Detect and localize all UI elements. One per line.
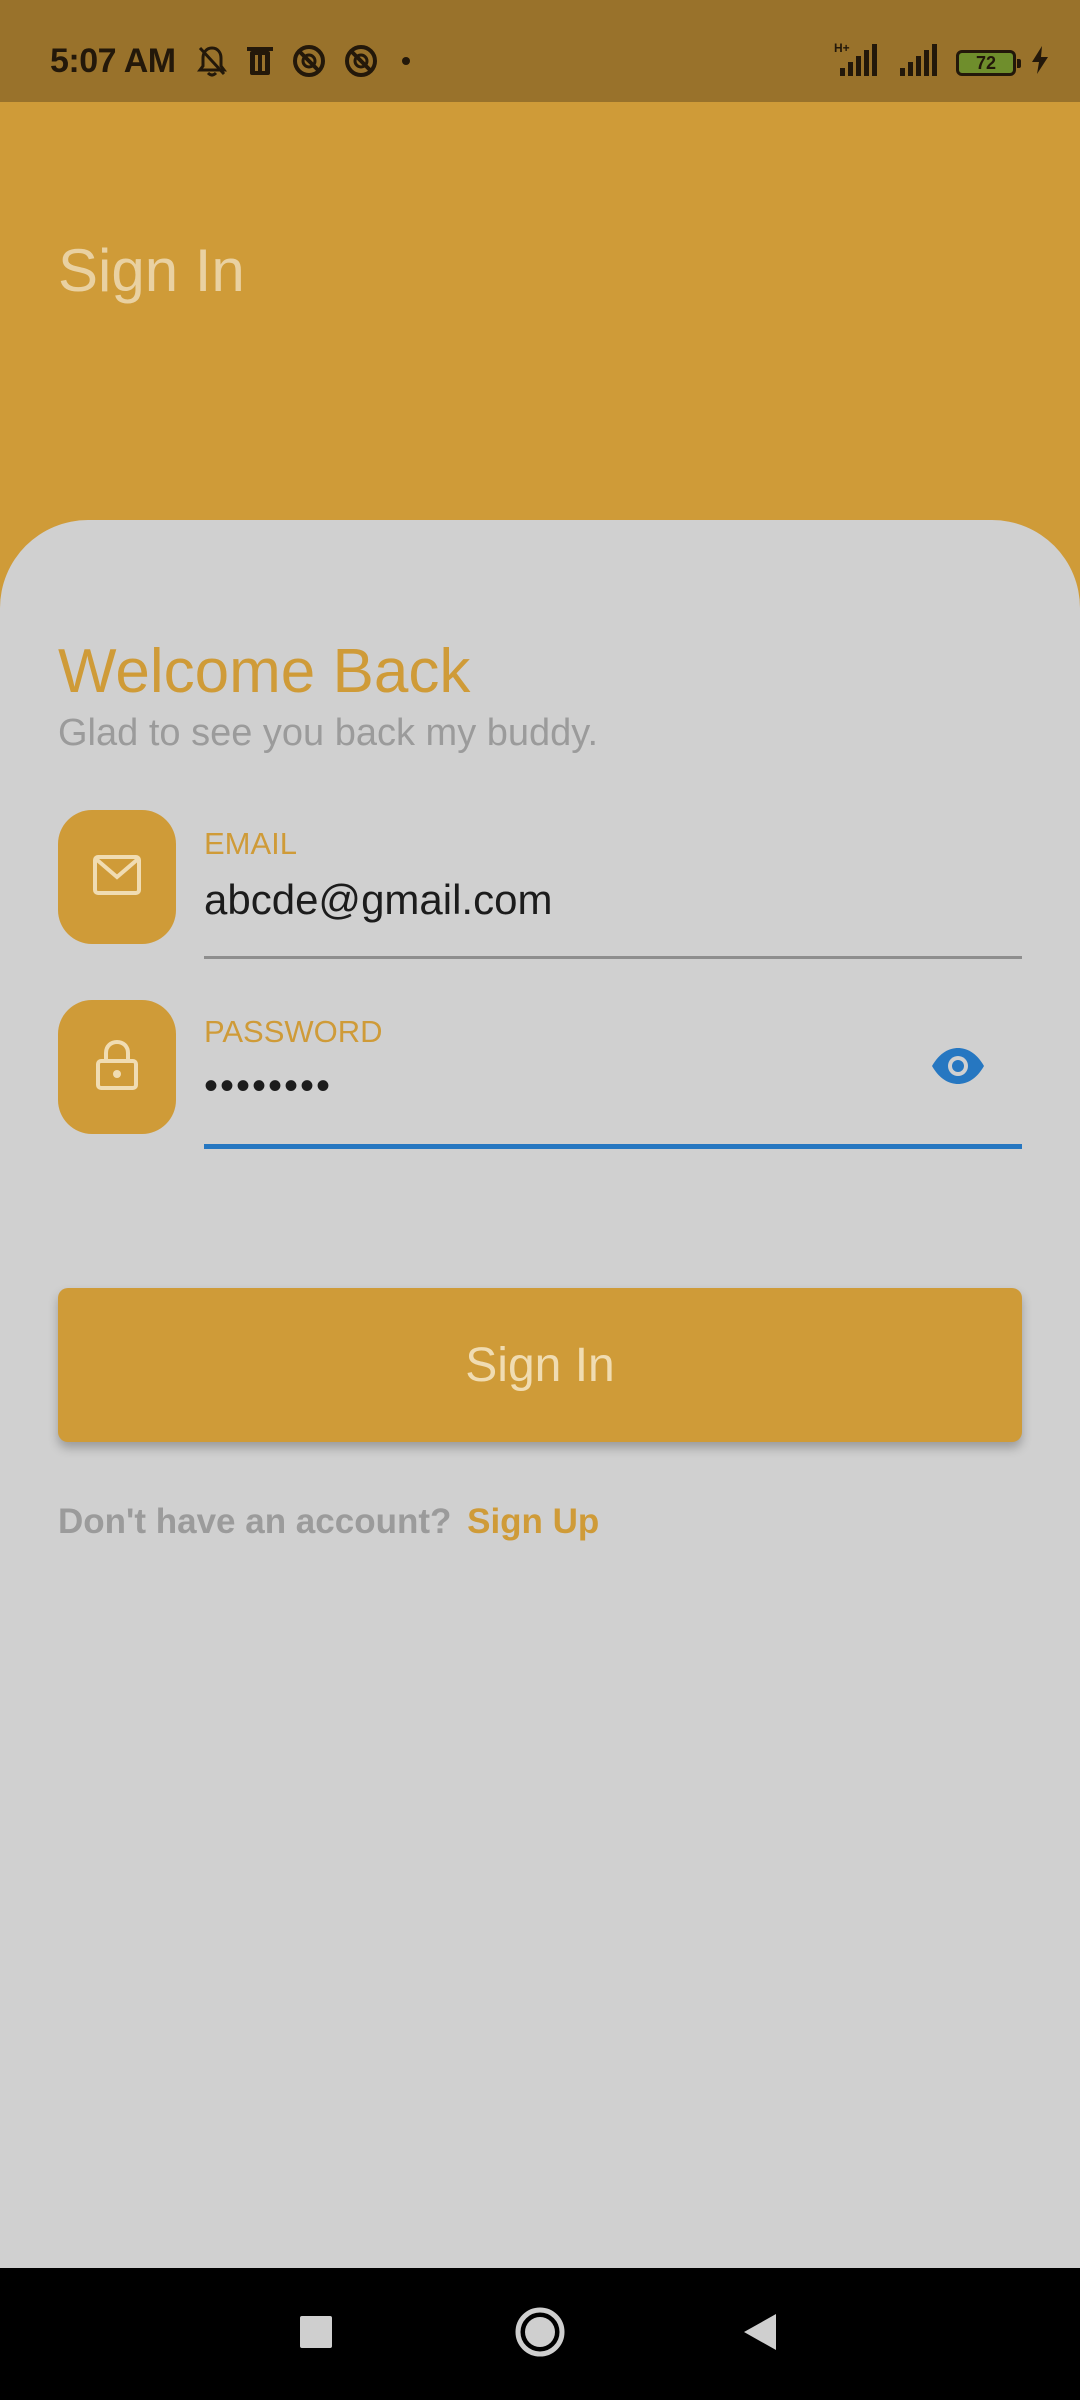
email-underline [204, 956, 1022, 959]
signal-icon: H+ [826, 41, 884, 83]
battery-level: 72 [975, 52, 997, 73]
page-title: Sign In [58, 237, 245, 304]
status-bar: 5:07 AM H+ 72 [0, 0, 1080, 102]
status-time: 5:07 AM [50, 42, 176, 80]
recents-square-icon [298, 2314, 334, 2355]
welcome-subtitle: Glad to see you back my buddy. [58, 712, 599, 754]
signin-button[interactable]: Sign In [58, 1288, 1022, 1442]
back-button[interactable] [722, 2296, 798, 2372]
password-underline-focused [204, 1144, 1022, 1149]
status-notification-icons [196, 44, 416, 78]
home-circle-icon [514, 2306, 566, 2363]
signup-prompt-text: Don't have an account? [58, 1502, 452, 1541]
blocked-icon [344, 44, 378, 78]
trash-icon [246, 45, 274, 77]
home-button[interactable] [502, 2296, 578, 2372]
status-system-icons: H+ 72 [826, 41, 1050, 83]
signup-link[interactable]: Sign Up [467, 1502, 599, 1541]
battery-icon: 72 [956, 49, 1021, 76]
email-field[interactable]: abcde@gmail.com [204, 876, 552, 924]
recents-button[interactable] [278, 2296, 354, 2372]
network-type-label: H+ [834, 42, 850, 55]
eye-icon [930, 1047, 986, 1090]
toggle-password-visibility-button[interactable] [926, 1042, 990, 1094]
password-label: PASSWORD [204, 1014, 383, 1049]
password-icon-badge [58, 1000, 176, 1134]
password-field[interactable]: •••••••• [204, 1064, 332, 1109]
mail-icon [92, 854, 142, 901]
email-label: EMAIL [204, 826, 298, 861]
system-nav-bar [0, 2268, 1080, 2400]
welcome-title: Welcome Back [58, 637, 471, 706]
bell-off-icon [196, 44, 228, 78]
blocked-icon [292, 44, 326, 78]
lock-icon [95, 1039, 139, 1096]
email-icon-badge [58, 810, 176, 944]
charging-bolt-icon [1030, 45, 1050, 80]
dot-icon [396, 51, 416, 71]
signal-icon [898, 42, 942, 83]
back-triangle-icon [740, 2311, 780, 2358]
signup-prompt-line: Don't have an account? Sign Up [58, 1502, 599, 1542]
